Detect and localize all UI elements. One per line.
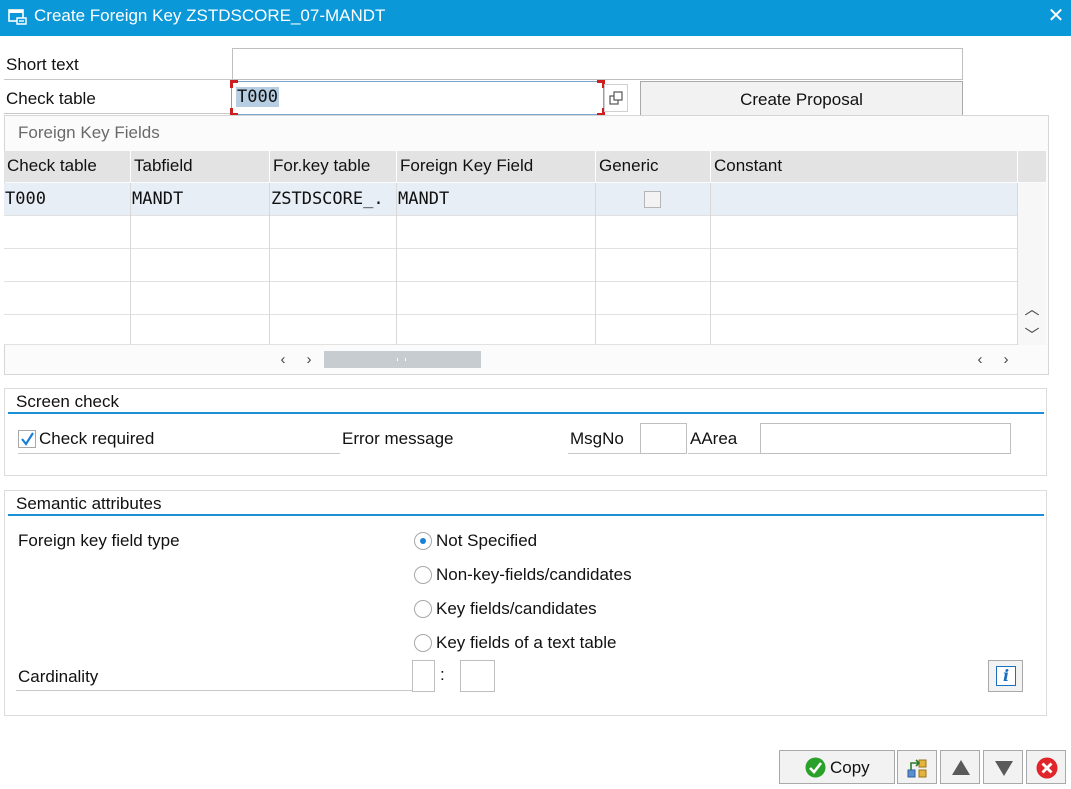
column-header-check-table[interactable]: Check table — [4, 151, 131, 182]
scroll-left-icon[interactable]: ‹ — [276, 351, 290, 369]
cancel-icon — [1036, 757, 1058, 779]
hierarchy-icon — [907, 759, 927, 778]
column-divider — [396, 216, 397, 345]
horizontal-scroll-thumb[interactable] — [324, 351, 481, 368]
scroll-right-icon[interactable]: › — [999, 351, 1013, 369]
copy-label: Copy — [830, 758, 870, 777]
cell-check-table[interactable]: T000 — [4, 183, 131, 216]
radio-label-non-key-fields[interactable]: Non-key-fields/candidates — [436, 565, 632, 585]
column-header-generic[interactable]: Generic — [596, 151, 711, 182]
cardinality-separator: : — [440, 665, 445, 684]
error-message-label: Error message — [342, 429, 454, 448]
msgno-label: MsgNo — [570, 429, 624, 448]
scroll-down-icon[interactable]: ﹀ — [1024, 324, 1040, 344]
cell-for-key-table[interactable]: ZSTDSCORE_. — [270, 183, 397, 216]
cardinality-label: Cardinality — [18, 667, 99, 686]
field-type-label: Foreign key field type — [18, 531, 180, 550]
radio-not-specified[interactable] — [414, 532, 432, 550]
table-row[interactable] — [4, 315, 1018, 345]
info-button[interactable]: i — [988, 660, 1023, 692]
check-table-value: T000 — [236, 87, 279, 107]
aarea-label: AArea — [690, 429, 738, 448]
table-row[interactable] — [4, 216, 1018, 249]
radio-key-fields[interactable] — [414, 600, 432, 618]
column-divider — [130, 216, 131, 345]
column-header-spacer — [1018, 151, 1046, 182]
cell-constant[interactable] — [711, 183, 1018, 216]
column-header-foreign-key-field[interactable]: Foreign Key Field — [397, 151, 596, 182]
dialog-icon — [8, 9, 27, 25]
check-table-label: Check table — [6, 89, 96, 108]
generic-checkbox[interactable] — [644, 191, 661, 208]
arrow-up-icon — [952, 760, 970, 775]
scroll-up-icon[interactable]: ︿ — [1024, 298, 1040, 318]
radio-label-key-fields-text-table[interactable]: Key fields of a text table — [436, 633, 617, 653]
radio-key-fields-text-table[interactable] — [414, 634, 432, 652]
truncation-dot: . — [373, 189, 384, 209]
short-text-label: Short text — [6, 55, 79, 74]
column-header-for-key-table[interactable]: For.key table — [270, 151, 397, 182]
value-help-icon — [609, 91, 623, 105]
close-icon[interactable]: ✕ — [1046, 6, 1066, 26]
cell-generic — [596, 183, 711, 216]
radio-non-key-fields[interactable] — [414, 566, 432, 584]
checkmark-icon — [21, 432, 34, 446]
aarea-input[interactable] — [760, 423, 1011, 454]
cancel-button[interactable] — [1026, 750, 1066, 784]
focus-corner — [230, 80, 238, 88]
copy-button[interactable]: Copy — [779, 750, 895, 784]
move-down-button[interactable] — [983, 750, 1023, 784]
cell-foreign-key-field[interactable]: MANDT — [397, 183, 596, 216]
hierarchy-button[interactable] — [897, 750, 937, 784]
column-header-tabfield[interactable]: Tabfield — [131, 151, 270, 182]
screen-check-title: Screen check — [16, 392, 119, 411]
check-required-label[interactable]: Check required — [39, 429, 154, 449]
short-text-input[interactable] — [232, 48, 963, 80]
check-table-input[interactable]: T000 — [231, 81, 604, 115]
cell-for-key-table-value: ZSTDSCORE_ — [271, 189, 374, 209]
cardinality-right-input[interactable] — [460, 660, 495, 692]
group-rule — [8, 514, 1044, 516]
grip-icon — [397, 358, 406, 361]
column-divider — [710, 216, 711, 345]
column-divider — [269, 216, 270, 345]
value-help-button[interactable] — [604, 84, 628, 112]
table-row[interactable] — [4, 249, 1018, 282]
create-proposal-button[interactable]: Create Proposal — [640, 81, 963, 116]
check-required-checkbox[interactable] — [18, 430, 36, 448]
cell-tabfield[interactable]: MANDT — [131, 183, 270, 216]
group-rule — [8, 412, 1044, 414]
cardinality-left-input[interactable] — [412, 660, 435, 692]
scroll-right-icon[interactable]: › — [302, 351, 316, 369]
column-divider — [595, 216, 596, 345]
check-icon — [805, 757, 826, 778]
semantic-attributes-title: Semantic attributes — [16, 494, 162, 513]
column-header-constant[interactable]: Constant — [711, 151, 1018, 182]
radio-label-not-specified[interactable]: Not Specified — [436, 531, 537, 551]
move-up-button[interactable] — [940, 750, 980, 784]
table-row[interactable] — [4, 282, 1018, 315]
radio-label-key-fields[interactable]: Key fields/candidates — [436, 599, 597, 619]
msgno-input[interactable] — [640, 423, 687, 454]
scroll-left-icon[interactable]: ‹ — [973, 351, 987, 369]
foreign-key-fields-title: Foreign Key Fields — [18, 123, 160, 142]
vertical-scrollbar[interactable] — [1018, 183, 1046, 345]
info-icon: i — [996, 666, 1016, 686]
title-bar: Create Foreign Key ZSTDSCORE_07-MANDT ✕ — [0, 0, 1071, 36]
arrow-down-icon — [995, 761, 1013, 776]
window-title: Create Foreign Key ZSTDSCORE_07-MANDT — [34, 6, 386, 25]
